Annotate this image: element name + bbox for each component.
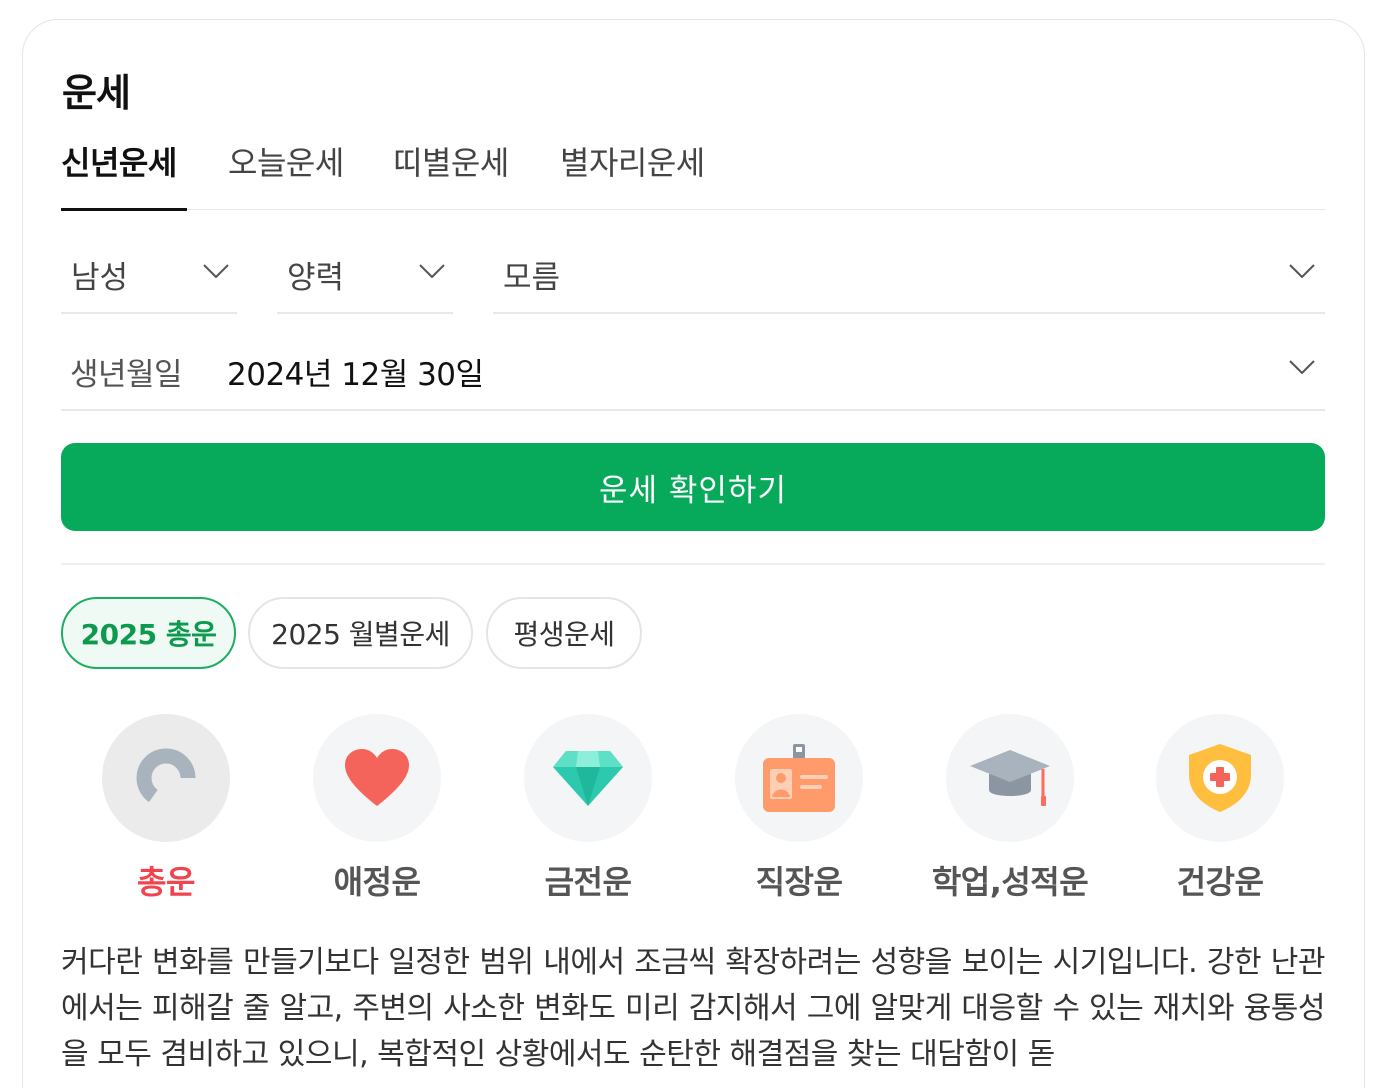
chevron-down-icon: [203, 264, 229, 278]
category-label: 금전운: [544, 863, 632, 901]
category-career[interactable]: 직장운: [709, 714, 889, 914]
birthdate-underline: [61, 409, 1325, 411]
category-label: 직장운: [755, 863, 843, 901]
chevron-down-icon: [1289, 360, 1315, 374]
category-money[interactable]: 금전운: [498, 714, 678, 914]
heart-icon: [345, 749, 409, 806]
category-label: 애정운: [333, 863, 421, 901]
chip-2025-overall[interactable]: 2025 총운: [61, 597, 236, 669]
birthdate-label: 생년월일: [70, 357, 183, 393]
health-shield-icon: [1189, 744, 1251, 812]
check-fortune-button[interactable]: 운세 확인하기: [61, 443, 1325, 531]
chevron-down-icon: [1289, 264, 1315, 278]
gender-select-value: 남성: [71, 260, 129, 296]
chip-2025-monthly[interactable]: 2025 월별운세: [248, 597, 473, 669]
birthdate-value: 2024년 12월 30일: [227, 357, 484, 393]
donut-chart-icon: [136, 748, 196, 808]
category-label: 총운: [137, 863, 195, 901]
id-badge-icon: [763, 744, 835, 812]
category-study[interactable]: 학업,성적운: [920, 714, 1100, 914]
chip-lifetime[interactable]: 평생운세: [486, 597, 642, 669]
category-love[interactable]: 애정운: [287, 714, 467, 914]
category-label: 건강운: [1176, 863, 1264, 901]
tab-new-year-fortune[interactable]: 신년운세: [61, 138, 177, 184]
chevron-down-icon: [419, 264, 445, 278]
tab-bar-divider: [61, 209, 1325, 210]
birth-time-select-value: 모름: [503, 260, 561, 296]
active-tab-indicator: [61, 208, 187, 211]
tab-zodiac-animal-fortune[interactable]: 띠별운세: [393, 138, 509, 184]
category-overall[interactable]: 총운: [76, 714, 256, 914]
category-label: 학업,성적운: [931, 863, 1089, 901]
calendar-type-select-value: 양력: [287, 260, 345, 296]
diamond-icon: [553, 751, 623, 806]
graduation-cap-icon: [970, 750, 1050, 806]
tab-constellation-fortune[interactable]: 별자리운세: [560, 138, 705, 184]
section-divider: [61, 563, 1325, 565]
category-health[interactable]: 건강운: [1130, 714, 1310, 914]
tab-today-fortune[interactable]: 오늘운세: [228, 138, 344, 184]
fortune-description: 커다란 변화를 만들기보다 일정한 범위 내에서 조금씩 확장하려는 성향을 보…: [61, 945, 1326, 1072]
section-title: 운세: [62, 71, 131, 115]
